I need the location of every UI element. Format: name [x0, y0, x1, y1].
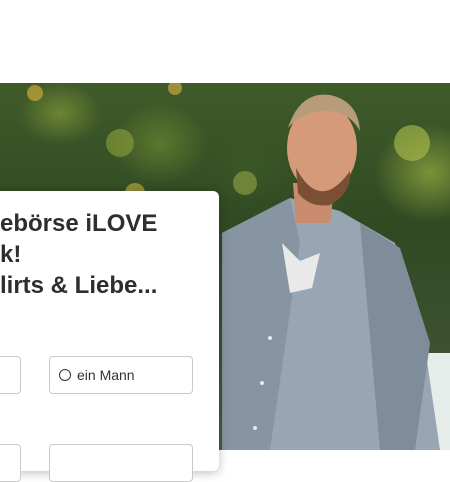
gender-option-man-field[interactable]: ein Mann	[49, 356, 193, 394]
headline-line-1: ebörse iLOVE	[0, 210, 158, 237]
gender-option-man-label: ein Mann	[77, 367, 135, 383]
hero-headline: ebörse iLOVE k! lirts & Liebe...	[0, 208, 215, 301]
gender-option-woman-field[interactable]	[0, 356, 21, 394]
radio-icon[interactable]	[59, 369, 71, 381]
headline-line-2: k!	[0, 241, 22, 268]
headline-line-3: lirts & Liebe...	[0, 272, 158, 299]
top-white-bar	[0, 0, 450, 83]
